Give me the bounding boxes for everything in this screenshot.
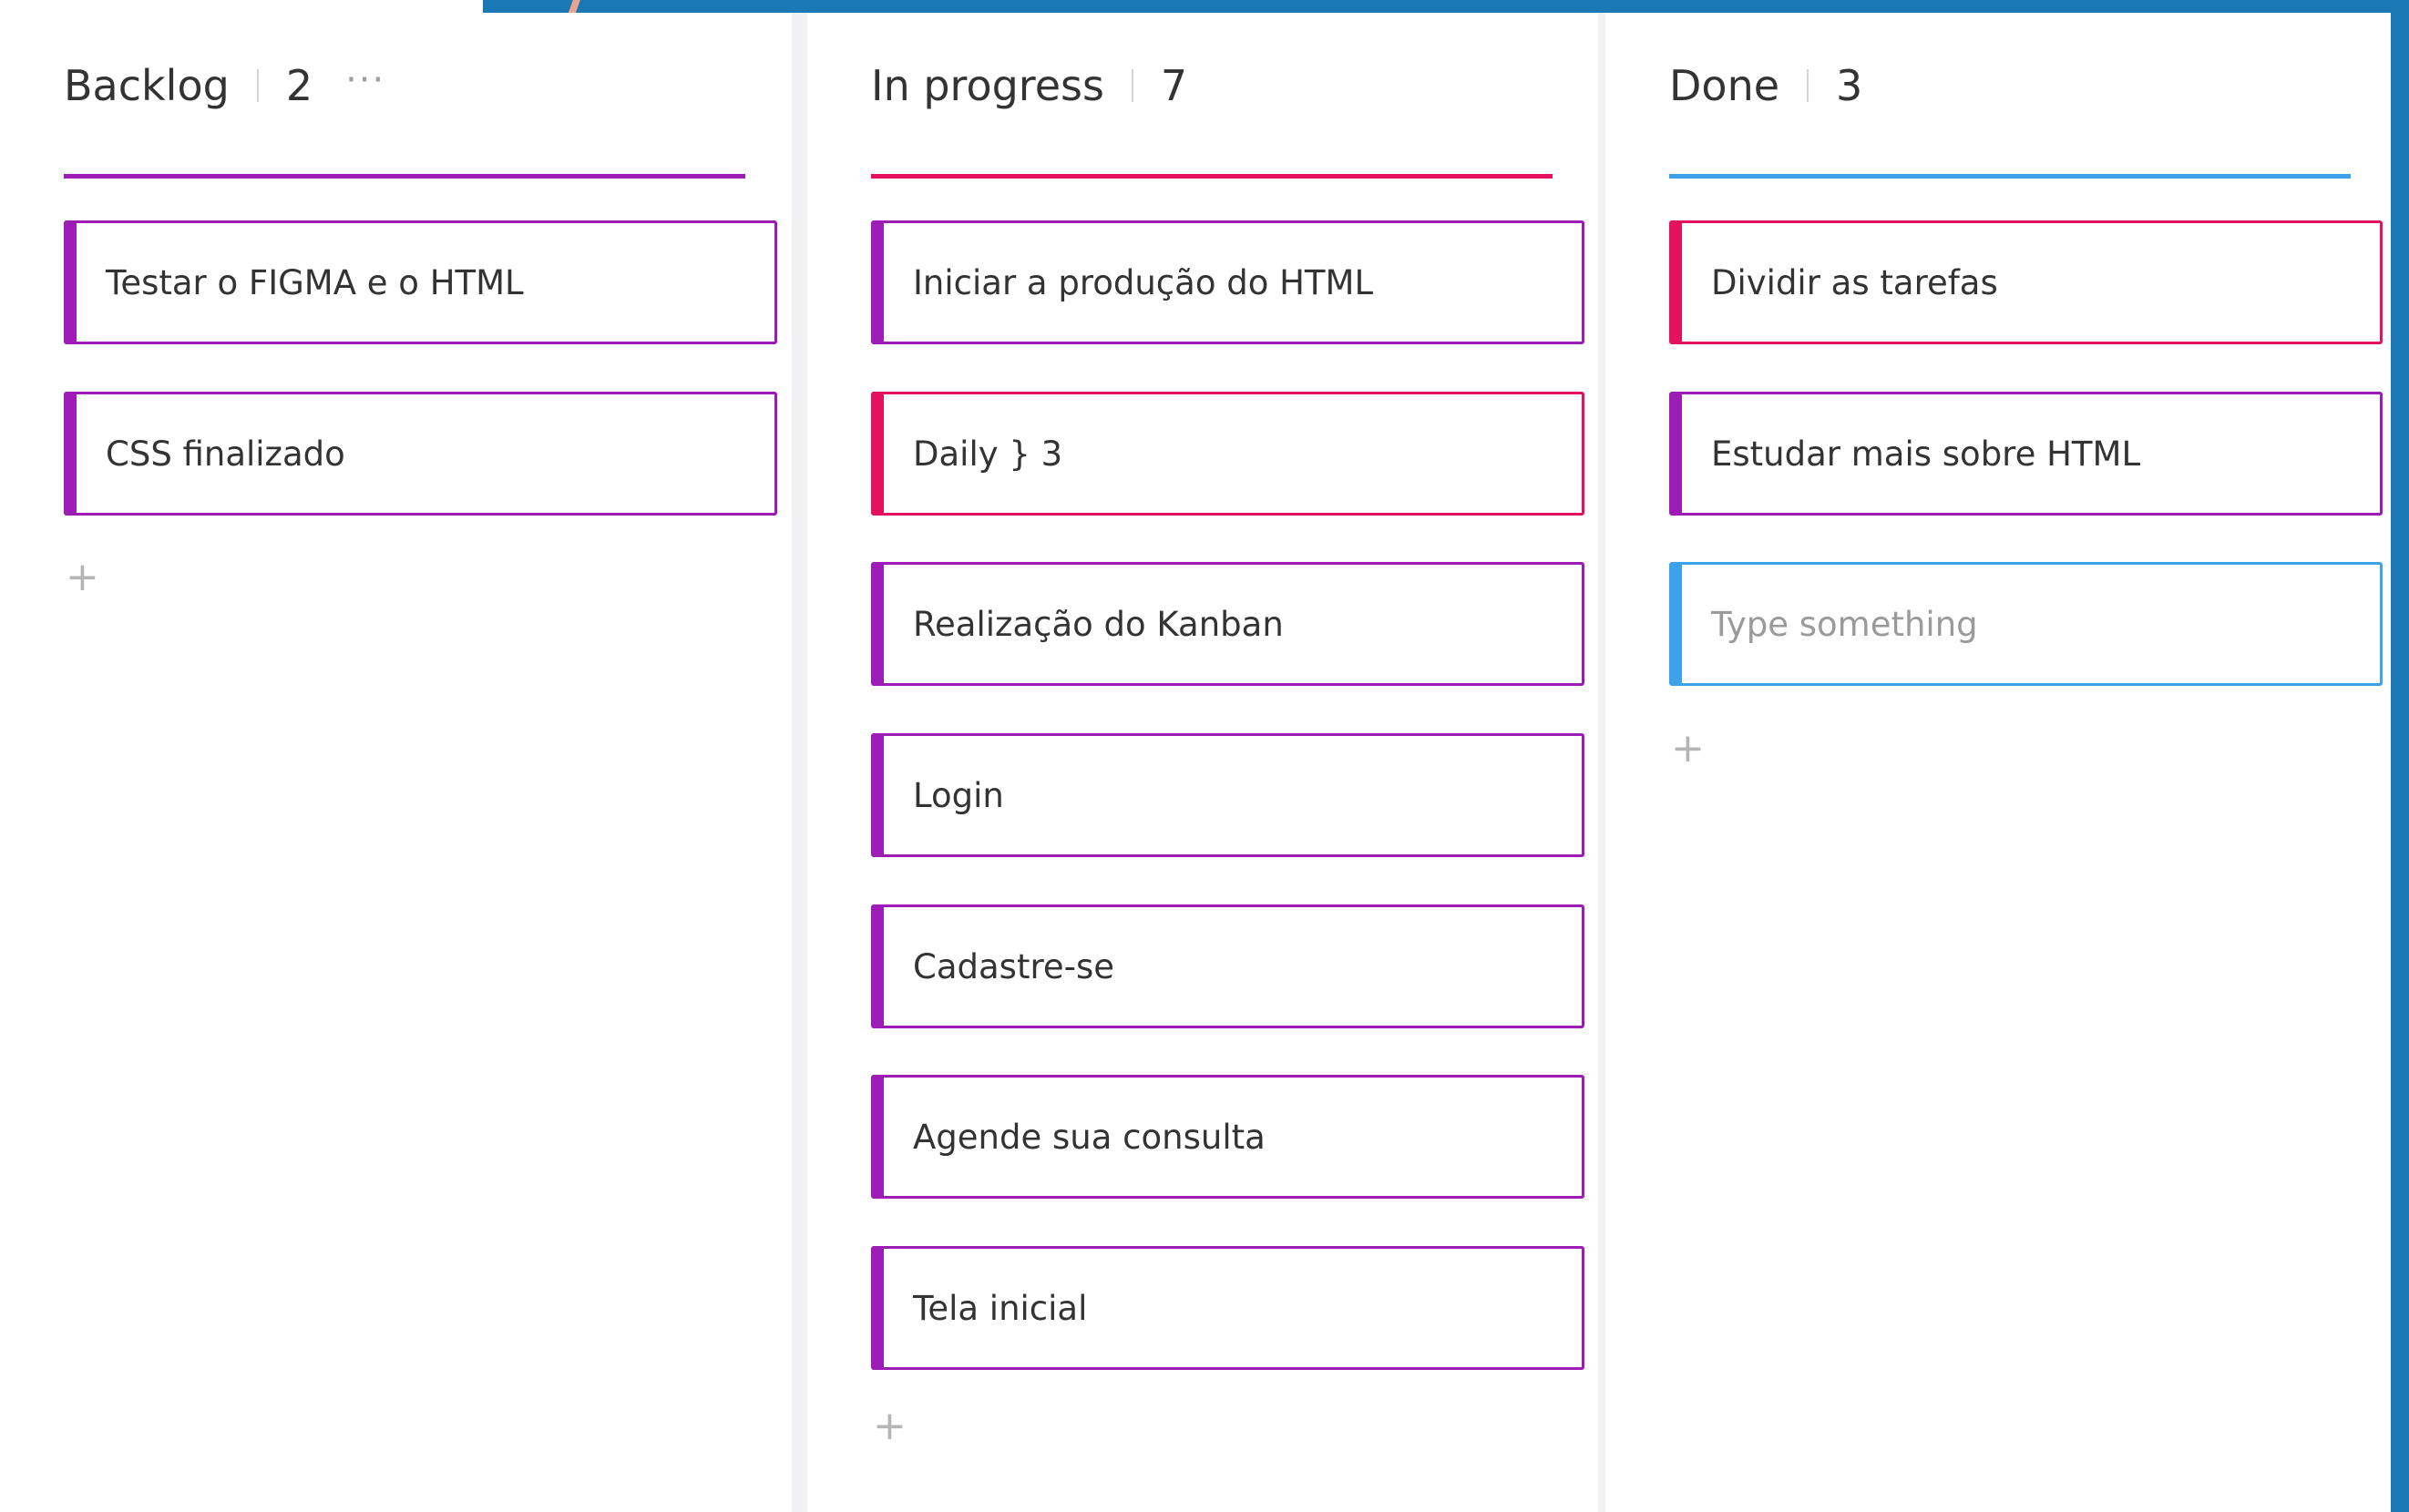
add-card-button[interactable]: + bbox=[1671, 729, 1705, 769]
column-underline bbox=[1669, 174, 2351, 179]
column-underline bbox=[64, 174, 745, 179]
card[interactable]: Tela inicial bbox=[871, 1246, 1584, 1370]
new-card bbox=[1669, 562, 2383, 686]
add-card-button[interactable]: + bbox=[873, 1406, 907, 1446]
card-text: Login bbox=[913, 775, 1004, 815]
column-in-progress: In progress 7 Iniciar a produção do HTML… bbox=[807, 13, 1598, 1512]
column-title: Backlog bbox=[64, 61, 230, 110]
column-title: In progress bbox=[871, 61, 1104, 110]
card[interactable]: Agende sua consulta bbox=[871, 1075, 1584, 1199]
header-separator bbox=[1807, 69, 1809, 102]
column-header: In progress 7 bbox=[871, 58, 1187, 113]
card-text: Iniciar a produção do HTML bbox=[913, 262, 1374, 302]
top-strip bbox=[0, 0, 483, 14]
card-text: Daily } 3 bbox=[913, 434, 1063, 474]
card[interactable]: Daily } 3 bbox=[871, 392, 1584, 516]
column-backlog: Backlog 2 ··· Testar o FIGMA e o HTML CS… bbox=[0, 13, 792, 1512]
card[interactable]: CSS finalizado bbox=[64, 392, 777, 516]
card-text: Agende sua consulta bbox=[913, 1117, 1266, 1157]
column-done: Done 3 Dividir as tarefas Estudar mais s… bbox=[1605, 13, 2391, 1512]
card[interactable]: Estudar mais sobre HTML bbox=[1669, 392, 2383, 516]
column-title: Done bbox=[1669, 61, 1780, 110]
column-underline bbox=[871, 174, 1553, 179]
column-header: Backlog 2 ··· bbox=[64, 58, 385, 113]
card[interactable]: Cadastre-se bbox=[871, 904, 1584, 1028]
card-text: Realização do Kanban bbox=[913, 604, 1284, 644]
card[interactable]: Dividir as tarefas bbox=[1669, 220, 2383, 344]
card-text: Estudar mais sobre HTML bbox=[1711, 434, 2141, 474]
column-count: 3 bbox=[1836, 61, 1863, 110]
new-card-input[interactable] bbox=[1711, 604, 2331, 644]
card[interactable]: Iniciar a produção do HTML bbox=[871, 220, 1584, 344]
header-separator bbox=[1131, 69, 1133, 102]
card-text: Tela inicial bbox=[913, 1288, 1088, 1328]
card-text: Dividir as tarefas bbox=[1711, 262, 1998, 302]
kanban-board: Backlog 2 ··· Testar o FIGMA e o HTML CS… bbox=[0, 13, 2391, 1512]
card-text: Testar o FIGMA e o HTML bbox=[106, 262, 524, 302]
column-count: 2 bbox=[285, 61, 313, 110]
card-text: CSS finalizado bbox=[106, 434, 345, 474]
ellipsis-icon[interactable]: ··· bbox=[345, 59, 385, 101]
column-count: 7 bbox=[1160, 61, 1188, 110]
card[interactable]: Testar o FIGMA e o HTML bbox=[64, 220, 777, 344]
card[interactable]: Realização do Kanban bbox=[871, 562, 1584, 686]
app-frame: Backlog 2 ··· Testar o FIGMA e o HTML CS… bbox=[0, 0, 2409, 1512]
card-text: Cadastre-se bbox=[913, 946, 1115, 986]
header-separator bbox=[256, 69, 259, 102]
column-header: Done 3 bbox=[1669, 58, 1862, 113]
card[interactable]: Login bbox=[871, 733, 1584, 857]
add-card-button[interactable]: + bbox=[66, 557, 99, 598]
